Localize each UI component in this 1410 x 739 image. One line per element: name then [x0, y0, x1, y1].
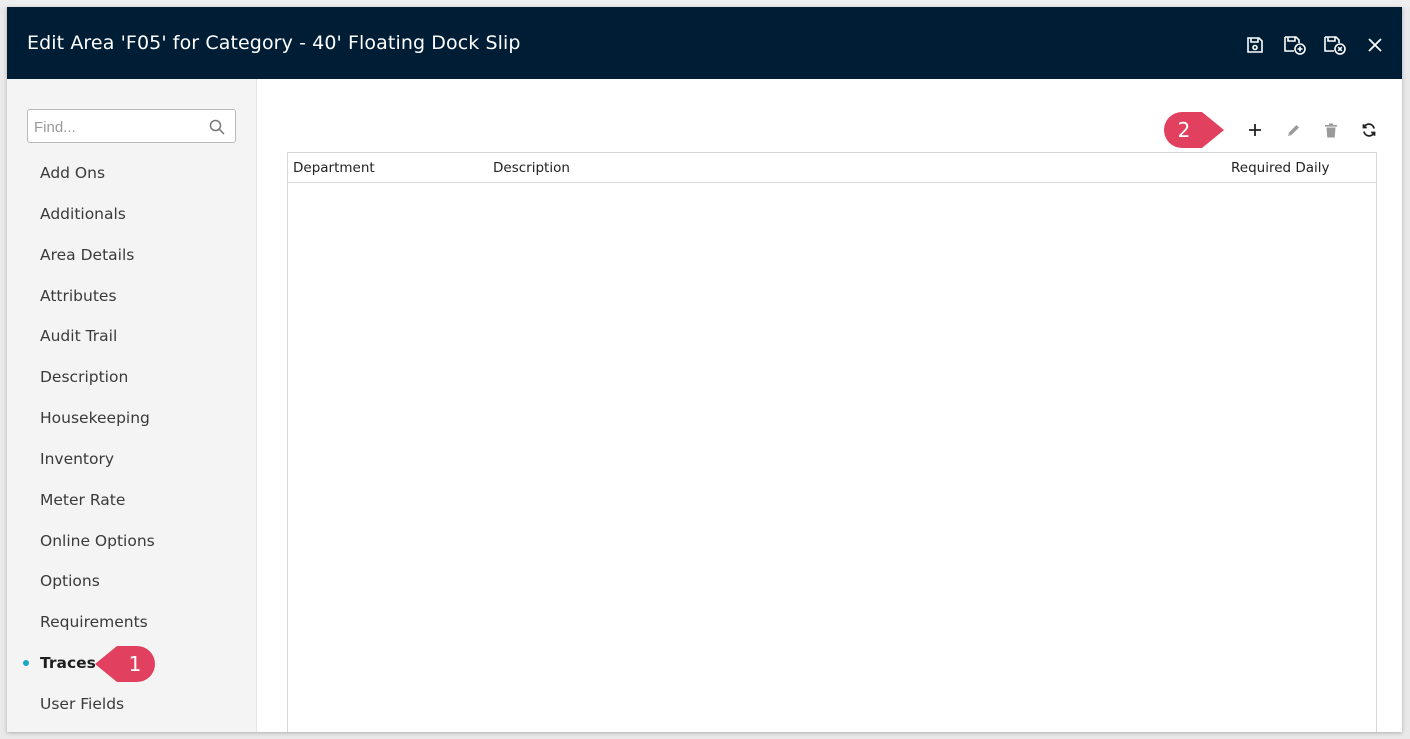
search-box [27, 109, 236, 143]
main-panel: 2 Department Description Required Daily [257, 79, 1402, 732]
save-button[interactable] [1242, 33, 1268, 57]
sidebar-item-description[interactable]: Description [7, 357, 256, 398]
dialog-actions [1242, 33, 1388, 57]
sidebar-item-label: Description [40, 368, 129, 387]
sidebar-item-add-ons[interactable]: Add Ons [7, 153, 256, 194]
sidebar-item-label: Add Ons [40, 164, 106, 182]
close-button[interactable] [1362, 33, 1388, 57]
sidebar-item-label: Attributes [40, 286, 117, 305]
callout-badge: 1 [95, 644, 157, 684]
sidebar-item-meter-rate[interactable]: Meter Rate [7, 480, 256, 521]
save-and-close-icon [1324, 36, 1346, 55]
refresh-button[interactable] [1358, 119, 1380, 141]
dialog-title-bar: Edit Area 'F05' for Category - 40' Float… [7, 7, 1402, 79]
save-and-close-button[interactable] [1322, 33, 1348, 57]
column-header-description[interactable]: Description [493, 160, 570, 176]
grid-toolbar [1244, 119, 1380, 141]
sidebar-item-label: Additionals [40, 204, 126, 223]
callout-badge: 2 [1162, 110, 1224, 150]
sidebar-item-label: Audit Trail [40, 327, 118, 346]
column-header-department[interactable]: Department [293, 160, 375, 176]
search-input[interactable] [34, 117, 204, 137]
add-button[interactable] [1244, 119, 1266, 141]
callout-number: 2 [1177, 118, 1191, 142]
search-icon [209, 119, 225, 135]
sidebar: Add Ons Additionals Area Details Attribu… [7, 79, 257, 732]
sidebar-item-options[interactable]: Options [7, 561, 256, 602]
add-icon [1249, 124, 1261, 136]
callout-number: 1 [128, 652, 142, 676]
delete-icon [1325, 123, 1337, 137]
sidebar-item-label: User Fields [40, 694, 125, 713]
sidebar-item-label: Inventory [40, 449, 115, 468]
sidebar-item-attributes[interactable]: Attributes [7, 276, 256, 317]
sidebar-item-label: Traces [40, 654, 96, 673]
delete-button[interactable] [1320, 119, 1342, 141]
active-indicator-dot [23, 660, 29, 667]
grid-header: Department Description Required Daily [288, 153, 1376, 183]
save-and-new-button[interactable] [1282, 33, 1308, 57]
sidebar-item-area-details[interactable]: Area Details [7, 235, 256, 276]
sidebar-item-inventory[interactable]: Inventory [7, 439, 256, 480]
background-strip [0, 0, 1410, 7]
sidebar-item-user-fields[interactable]: User Fields [7, 684, 256, 725]
edit-icon [1287, 124, 1299, 136]
sidebar-item-audit-trail[interactable]: Audit Trail [7, 316, 256, 357]
column-header-required-daily[interactable]: Required Daily [1231, 160, 1330, 176]
sidebar-nav: Add Ons Additionals Area Details Attribu… [7, 153, 256, 725]
sidebar-item-label: Housekeeping [40, 409, 150, 428]
sidebar-item-requirements[interactable]: Requirements [7, 602, 256, 643]
sidebar-item-label: Area Details [40, 245, 135, 264]
grid-body [288, 183, 1376, 732]
save-and-new-icon [1284, 36, 1306, 55]
close-icon [1368, 38, 1382, 52]
edit-area-dialog: Edit Area 'F05' for Category - 40' Float… [7, 7, 1402, 732]
dialog-title: Edit Area 'F05' for Category - 40' Float… [27, 32, 521, 54]
sidebar-item-label: Online Options [40, 531, 155, 550]
sidebar-item-online-options[interactable]: Online Options [7, 521, 256, 562]
sidebar-item-label: Options [40, 572, 100, 591]
sidebar-item-additionals[interactable]: Additionals [7, 194, 256, 235]
sidebar-item-label: Requirements [40, 613, 148, 632]
traces-grid: Department Description Required Daily [287, 152, 1377, 732]
sidebar-item-label: Meter Rate [40, 490, 126, 509]
sidebar-item-housekeeping[interactable]: Housekeeping [7, 398, 256, 439]
edit-button[interactable] [1282, 119, 1304, 141]
refresh-icon [1362, 123, 1376, 137]
save-icon [1247, 37, 1263, 53]
